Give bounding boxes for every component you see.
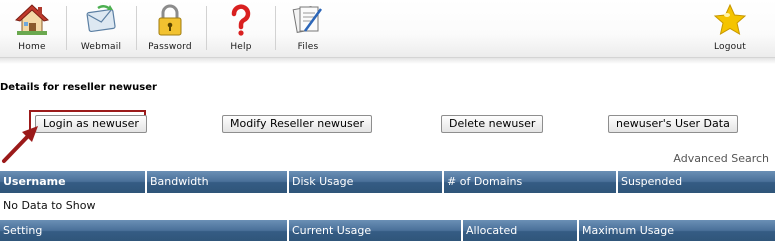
top-toolbar: Home Webmail Password Help Files Logout bbox=[0, 0, 775, 64]
toolbar-divider bbox=[275, 6, 276, 50]
home-label: Home bbox=[18, 42, 46, 52]
user-data-button[interactable]: newuser's User Data bbox=[608, 115, 738, 133]
column-suspended[interactable]: Suspended bbox=[618, 171, 775, 193]
star-icon bbox=[713, 3, 747, 36]
toolbar-divider bbox=[136, 6, 137, 50]
home-button[interactable]: Home bbox=[10, 0, 54, 58]
login-as-user-button[interactable]: Login as newuser bbox=[35, 115, 147, 133]
logout-label: Logout bbox=[713, 42, 746, 52]
toolbar-divider bbox=[206, 6, 207, 50]
webmail-button[interactable]: Webmail bbox=[78, 0, 124, 58]
home-icon bbox=[15, 4, 49, 35]
advanced-search-link[interactable]: Advanced Search bbox=[673, 152, 769, 165]
toolbar-divider bbox=[66, 6, 67, 50]
column-current-usage[interactable]: Current Usage bbox=[289, 220, 463, 241]
delete-user-button[interactable]: Delete newuser bbox=[441, 115, 544, 133]
arrow-annotation-icon bbox=[2, 126, 38, 163]
files-button[interactable]: Files bbox=[285, 0, 331, 58]
password-button[interactable]: Password bbox=[146, 0, 194, 58]
mail-icon bbox=[86, 5, 116, 33]
column-maximum-usage[interactable]: Maximum Usage bbox=[579, 220, 775, 241]
lock-icon bbox=[158, 4, 182, 36]
page-title: Details for reseller newuser bbox=[0, 82, 157, 93]
column-domains[interactable]: # of Domains bbox=[444, 171, 618, 193]
files-label: Files bbox=[297, 42, 319, 52]
column-setting[interactable]: Setting bbox=[0, 220, 289, 241]
usage-table-header: Setting Current Usage Allocated Maximum … bbox=[0, 220, 775, 241]
help-label: Help bbox=[230, 42, 252, 52]
column-disk-usage[interactable]: Disk Usage bbox=[289, 171, 444, 193]
column-username[interactable]: Username bbox=[0, 171, 147, 193]
column-bandwidth[interactable]: Bandwidth bbox=[147, 171, 289, 193]
help-icon bbox=[231, 4, 251, 36]
empty-table-message: No Data to Show bbox=[3, 199, 96, 212]
help-button[interactable]: Help bbox=[219, 0, 263, 58]
webmail-label: Webmail bbox=[80, 42, 122, 52]
column-allocated[interactable]: Allocated bbox=[463, 220, 579, 241]
logout-button[interactable]: Logout bbox=[707, 0, 753, 58]
files-icon bbox=[292, 6, 323, 33]
users-table-header: Username Bandwidth Disk Usage # of Domai… bbox=[0, 171, 775, 193]
modify-reseller-button[interactable]: Modify Reseller newuser bbox=[222, 115, 372, 133]
password-label: Password bbox=[148, 42, 192, 52]
